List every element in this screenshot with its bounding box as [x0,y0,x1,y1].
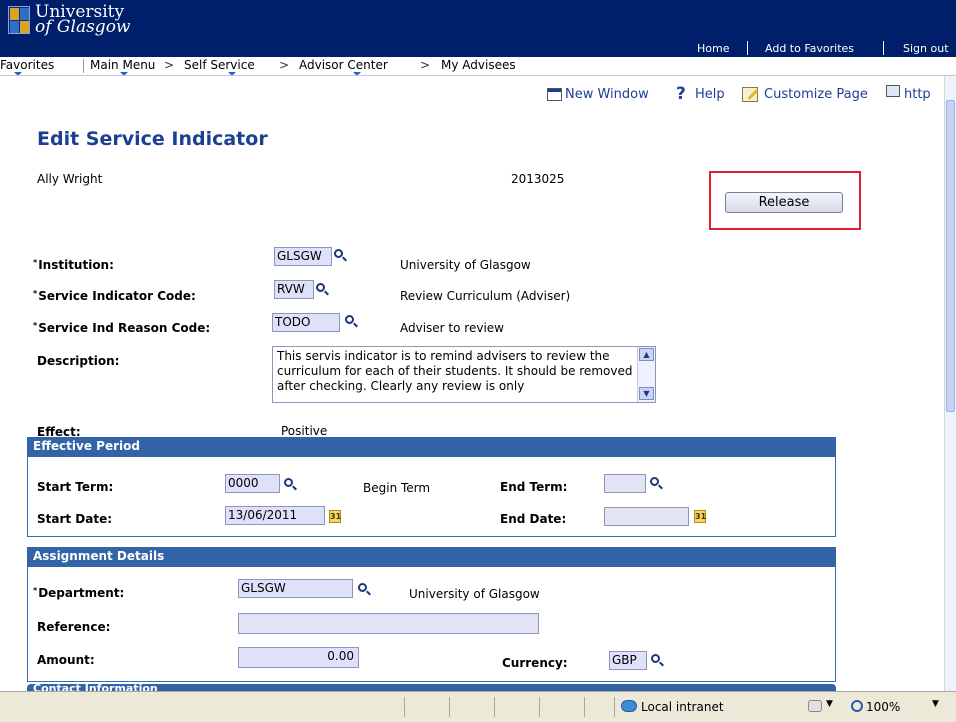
start-term-lookup-magnifier-icon[interactable] [283,477,297,491]
nav-advisor-center[interactable]: Advisor Center [299,58,388,72]
nav-main-menu[interactable]: Main Menu [90,58,155,72]
protected-mode-icon[interactable] [808,700,822,712]
currency-label: Currency: [502,656,568,670]
start-term-label: Start Term: [37,480,114,494]
institution-label: *Institution: [33,258,114,272]
end-date-label: End Date: [500,512,567,526]
scrollbar-thumb[interactable] [946,100,955,412]
add-to-favorites-link[interactable]: Add to Favorites [765,42,854,55]
zoom-chevron-down-icon[interactable]: ▼ [932,699,939,709]
currency-lookup-magnifier-icon[interactable] [650,653,664,667]
amount-label: Amount: [37,653,95,667]
service-indicator-description: Review Curriculum (Adviser) [400,289,571,303]
http-link-icon[interactable] [886,85,900,97]
description-label: Description: [37,354,120,368]
status-cell [404,697,449,717]
service-indicator-lookup-magnifier-icon[interactable] [315,282,329,296]
department-label: *Department: [33,586,124,600]
required-mark: * [33,586,38,595]
end-term-field[interactable] [604,474,646,493]
start-date-label: Start Date: [37,512,113,526]
reason-code-lookup-magnifier-icon[interactable] [344,314,358,328]
status-cell [449,697,494,717]
effect-value: Positive [281,424,328,438]
new-window-icon[interactable] [547,88,562,101]
customize-pencil-icon[interactable] [742,87,759,102]
customize-page-link[interactable]: Customize Page [764,87,868,102]
institution-field[interactable]: GLSGW [274,247,332,266]
start-term-field[interactable]: 0000 [225,474,280,493]
nav-my-advisees[interactable]: My Advisees [441,58,516,72]
header-divider [883,41,884,55]
nav-divider [83,59,84,73]
status-cell [494,697,539,717]
page-title: Edit Service Indicator [37,128,268,150]
nav-self-service[interactable]: Self Service [184,58,255,72]
reference-field[interactable] [238,613,539,634]
department-label-text: Department: [38,586,125,600]
release-button[interactable]: Release [725,192,843,213]
description-scrollbar[interactable]: ▲ ▼ [637,347,655,402]
status-cell [584,697,614,717]
amount-field[interactable]: 0.00 [238,647,359,668]
service-indicator-code-label-text: Service Indicator Code: [38,289,196,303]
breadcrumb-nav: Favorites Main Menu > Self Service > Adv… [0,57,956,76]
service-indicator-code-label: *Service Indicator Code: [33,289,196,303]
effective-period-heading: Effective Period [27,437,836,457]
service-indicator-code-field[interactable]: RVW [274,280,314,299]
reference-label: Reference: [37,620,111,634]
zoom-level[interactable]: 100% [866,700,900,714]
zone-label: Local intranet [641,700,724,714]
assignment-details-heading: Assignment Details [27,547,836,567]
description-textarea[interactable]: This servis indicator is to remind advis… [272,346,656,403]
nav-separator: > [279,58,290,72]
home-link[interactable]: Home [697,42,729,55]
end-term-lookup-magnifier-icon[interactable] [649,476,663,490]
reason-code-label: *Service Ind Reason Code: [33,321,210,335]
header-divider [747,41,748,55]
end-date-field[interactable] [604,507,689,526]
end-date-calendar-icon[interactable]: 31 [694,510,706,523]
reason-code-description: Adviser to review [400,321,504,335]
scroll-up-icon[interactable]: ▲ [639,348,654,361]
nav-divider-line [0,75,956,76]
start-date-calendar-icon[interactable]: 31 [329,510,341,523]
new-window-link[interactable]: New Window [565,87,649,102]
globe-intranet-icon [621,700,637,712]
institution-description: University of Glasgow [400,258,531,272]
nav-separator: > [420,58,431,72]
nav-separator: > [164,58,175,72]
start-term-description: Begin Term [363,481,431,495]
reason-code-field[interactable]: TODO [272,313,340,332]
zoom-magnifier-icon[interactable] [851,700,863,712]
university-logo[interactable]: University of Glasgow [35,4,131,37]
department-description: University of Glasgow [409,587,540,601]
start-date-field[interactable]: 13/06/2011 [225,506,325,525]
end-term-label: End Term: [500,480,568,494]
sign-out-link[interactable]: Sign out [903,42,949,55]
currency-field[interactable]: GBP [609,651,647,670]
http-link[interactable]: http [904,87,931,102]
required-mark: * [33,289,38,298]
university-crest-icon [8,6,30,34]
institution-label-text: Institution: [38,258,114,272]
required-mark: * [33,321,38,330]
required-mark: * [33,258,38,267]
reason-code-label-text: Service Ind Reason Code: [38,321,211,335]
institution-lookup-magnifier-icon[interactable] [333,248,347,262]
nav-favorites[interactable]: Favorites [0,58,54,72]
person-id: 2013025 [511,172,565,186]
department-lookup-magnifier-icon[interactable] [357,582,371,596]
person-name: Ally Wright [37,172,103,186]
status-cell [539,697,584,717]
logo-line-2: of Glasgow [35,17,131,37]
department-field[interactable]: GLSGW [238,579,353,598]
chevron-down-icon[interactable]: ▼ [826,699,833,709]
help-link[interactable]: Help [695,87,725,102]
scroll-down-icon[interactable]: ▼ [639,387,654,400]
help-icon[interactable]: ? [676,84,686,104]
